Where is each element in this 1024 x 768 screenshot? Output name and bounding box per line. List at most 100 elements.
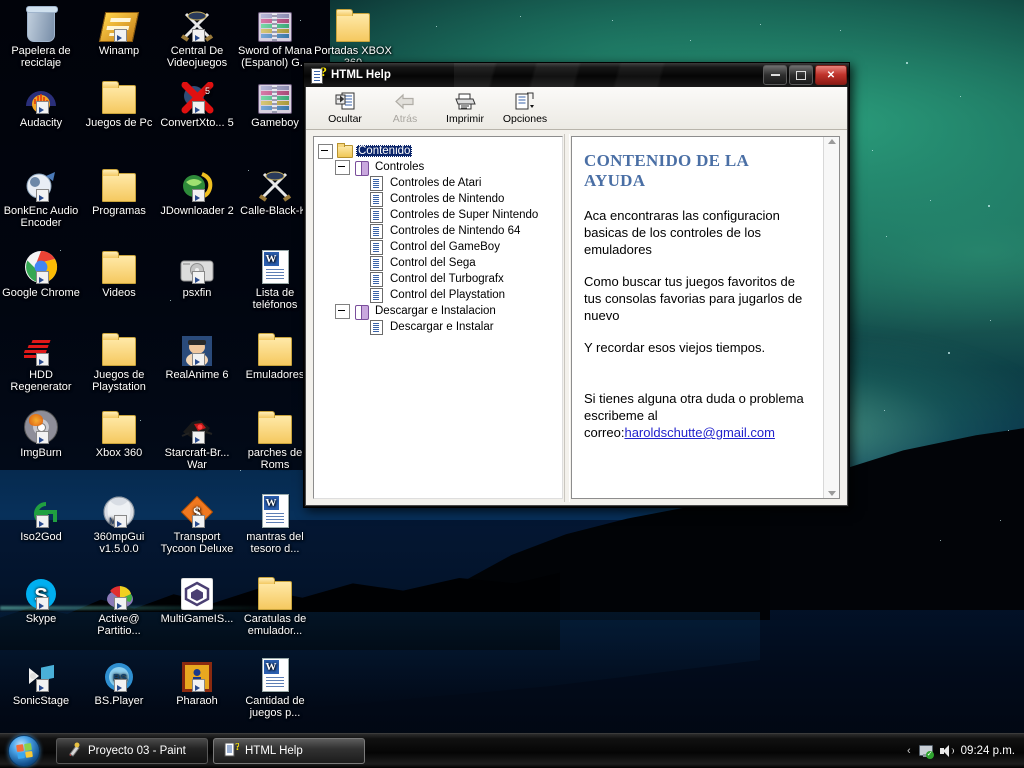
toolbar-button-atras[interactable]: Atrás [376,89,434,127]
tree-node-label[interactable]: Control del GameBoy [388,241,502,253]
maximize-button[interactable] [789,65,813,85]
desktop-icon[interactable]: 5 ConvertXto... 5 [158,74,236,129]
taskbar-button[interactable]: Proyecto 03 - Paint [56,738,208,764]
topic-scrollbar[interactable] [823,137,839,498]
tree-node-label[interactable]: Descargar e Instalacion [373,305,498,317]
word-document-icon: W [236,652,314,692]
desktop-icon[interactable]: RealAnime 6 [158,326,236,381]
desktop-icon[interactable]: MP 360mpGui v1.5.0.0 [80,488,158,555]
html-help-window[interactable]: ? HTML Help ✕ Ocultar Atrás Imprimir Opc… [303,62,850,508]
desktop-icon[interactable]: Iso2God [2,488,80,543]
desktop-icon[interactable]: Starcraft-Br... War [158,404,236,471]
tree-node[interactable]: Controles de Super Nintendo [318,207,560,223]
taskbar-buttons[interactable]: Proyecto 03 - Paint? HTML Help [56,738,907,764]
tree-collapse-toggle-icon[interactable] [335,303,350,319]
tree-node-label[interactable]: Controles de Nintendo 64 [388,225,522,237]
tree-node-label[interactable]: Controles de Atari [388,177,483,189]
desktop-icon[interactable]: Audacity [2,74,80,129]
desktop-icon[interactable]: Sword of Mana (Espanol) G... [236,2,314,69]
desktop-icon[interactable]: Videos [80,244,158,299]
tree-node[interactable]: Control del Sega [318,255,560,271]
desktop-icon[interactable]: Pharaoh [158,652,236,707]
tree-node[interactable]: Controles de Nintendo [318,191,560,207]
scroll-up-arrow-icon[interactable] [827,139,836,144]
desktop-icon-label: Pharaoh [176,695,218,707]
tree-node-label[interactable]: Controles de Nintendo [388,193,506,205]
tree-node[interactable]: Contenido [318,142,560,159]
desktop-icon[interactable]: Papelera de reciclaje [2,2,80,69]
folder-icon [80,162,158,202]
tree-node[interactable]: Descargar e Instalar [318,319,560,335]
desktop-icon[interactable]: Juegos de Playstation [80,326,158,393]
tree-node[interactable]: Descargar e Instalacion [318,303,560,320]
close-button[interactable]: ✕ [815,65,847,85]
start-button[interactable] [2,734,46,768]
desktop-icon[interactable]: Google Chrome [2,244,80,299]
desktop-icon[interactable]: SonicStage [2,652,80,707]
tree-node[interactable]: Controles de Nintendo 64 [318,223,560,239]
tree-node-label[interactable]: Control del Sega [388,257,478,269]
tree-node-label[interactable]: Contenido [356,145,413,157]
desktop-icon[interactable]: ImgBurn [2,404,80,459]
system-tray[interactable]: ‹ ✓ 09:24 p.m. [907,744,1024,759]
desktop-icon[interactable]: S Skype [2,570,80,625]
star [1000,520,1001,521]
tree-node-label[interactable]: Control del Playstation [388,289,507,301]
desktop-icon[interactable]: psxfin [158,244,236,299]
desktop-icon[interactable]: Portadas XBOX 360 [314,2,392,69]
folder-icon [80,244,158,284]
tray-expand-chevron-icon[interactable]: ‹ [907,745,911,757]
shortcut-overlay-icon [192,679,205,692]
network-connected-icon[interactable]: ✓ [918,744,934,759]
tree-node-label[interactable]: Controles [373,161,426,173]
tree-node-label[interactable]: Controles de Super Nintendo [388,209,540,221]
page-icon [368,239,385,255]
desktop-icon[interactable]: W Cantidad de juegos p... [236,652,314,719]
tree-node[interactable]: Control del Turbografx [318,271,560,287]
contents-tree[interactable]: Contenido Controles Controles de Atari Cont… [318,142,560,335]
tree-node[interactable]: Controles [318,159,560,176]
pane-splitter[interactable] [563,134,571,502]
taskbar-button[interactable]: ? HTML Help [213,738,365,764]
clock[interactable]: 09:24 p.m. [961,745,1015,757]
page-icon [368,207,385,223]
window-titlebar[interactable]: ? HTML Help ✕ [304,63,849,87]
tree-collapse-toggle-icon[interactable] [318,143,333,159]
tree-node-label[interactable]: Control del Turbografx [388,273,506,285]
scroll-down-arrow-icon[interactable] [827,491,836,496]
desktop-icon[interactable]: HDD Regenerator [2,326,80,393]
taskbar[interactable]: Proyecto 03 - Paint? HTML Help ‹ ✓ 09:24 … [0,733,1024,768]
minimize-button[interactable] [763,65,787,85]
desktop-icon[interactable]: BS BS.Player [80,652,158,707]
tree-node-label[interactable]: Descargar e Instalar [388,321,496,333]
toolbar-button-opciones[interactable]: Opciones [496,89,554,127]
desktop-icon[interactable]: Winamp [80,2,158,57]
desktop-icon[interactable]: Xbox 360 [80,404,158,459]
desktop-icon[interactable]: Central De Videojuegos [158,2,236,69]
desktop-icon[interactable]: Caratulas de emulador... [236,570,314,637]
topic-pane: CONTENIDO DE LA AYUDA Aca encontraras la… [571,136,840,499]
toolbar-button-ocultar[interactable]: Ocultar [316,89,374,127]
toolbar-button-imprimir[interactable]: Imprimir [436,89,494,127]
folder-icon [80,326,158,366]
toolbar-label-atras: Atrás [392,112,418,125]
desktop-icon[interactable]: Juegos de Pc [80,74,158,129]
window-controls[interactable]: ✕ [763,65,847,85]
desktop-icon[interactable]: BonkEnc Audio Encoder [2,162,80,229]
contents-tree-pane[interactable]: Contenido Controles Controles de Atari Cont… [313,136,563,499]
help-toolbar[interactable]: Ocultar Atrás Imprimir Opciones [306,87,847,130]
chrome-icon [2,244,80,284]
email-link[interactable]: haroldschutte@gmail.com [624,425,774,440]
desktop-icon[interactable]: Active@ Partitio... [80,570,158,637]
tree-node[interactable]: Controles de Atari [318,175,560,191]
tree-node[interactable]: Control del Playstation [318,287,560,303]
tree-collapse-toggle-icon[interactable] [335,159,350,175]
desktop-icon[interactable]: MultiGameIS... [158,570,236,625]
tree-node[interactable]: Control del GameBoy [318,239,560,255]
volume-icon[interactable] [939,744,954,758]
audacity-icon [2,74,80,114]
star [690,40,691,41]
desktop-icon[interactable]: JDownloader 2 [158,162,236,217]
desktop-icon[interactable]: Programas [80,162,158,217]
desktop-icon[interactable]: $ Transport Tycoon Deluxe [158,488,236,555]
